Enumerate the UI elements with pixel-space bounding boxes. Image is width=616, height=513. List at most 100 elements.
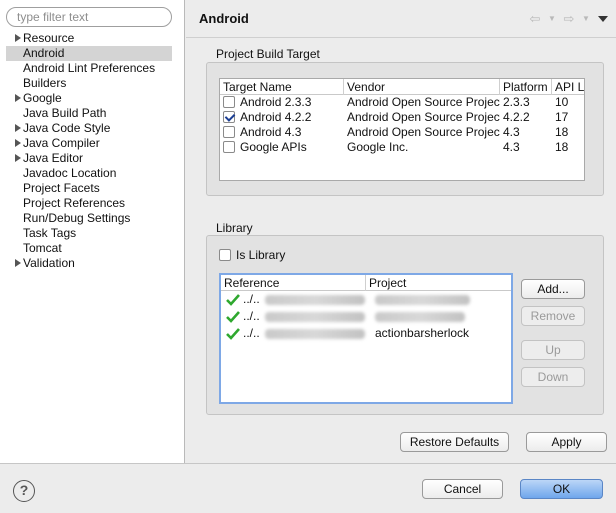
expand-triangle-icon[interactable]	[15, 94, 21, 102]
help-icon[interactable]: ?	[13, 480, 35, 502]
library-group: Is Library Reference Project ../.. ../..	[206, 235, 604, 415]
is-library-checkbox[interactable]	[219, 249, 231, 261]
view-menu-icon[interactable]	[598, 16, 608, 22]
is-library-option[interactable]: Is Library	[219, 248, 285, 262]
tree-item-android[interactable]: Android	[6, 46, 172, 61]
build-target-table: Target Name Vendor Platform API Le Andro…	[219, 78, 585, 181]
tree-item-resource[interactable]: Resource	[6, 31, 172, 46]
is-library-label: Is Library	[236, 248, 286, 262]
move-down-button[interactable]: Down	[521, 367, 585, 387]
tree-item-java-compiler[interactable]: Java Compiler	[6, 136, 172, 151]
cancel-button[interactable]: Cancel	[422, 479, 503, 499]
tree-item-project-facets[interactable]: Project Facets	[6, 181, 172, 196]
table-row[interactable]: Android 2.3.3 Android Open Source Projec…	[220, 95, 584, 110]
library-project-name: actionbarsherlock	[375, 326, 470, 340]
tree-item-label: Java Code Style	[23, 121, 111, 135]
target-checkbox[interactable]	[223, 96, 235, 108]
add-library-button[interactable]: Add...	[521, 279, 585, 299]
tree-item-label: Validation	[23, 256, 75, 270]
expand-triangle-icon[interactable]	[15, 139, 21, 147]
target-api-level: 18	[555, 125, 569, 139]
table-row[interactable]: Google APIs Google Inc. 4.3 18	[220, 140, 584, 155]
settings-tree: Resource Android Android Lint Preference…	[6, 31, 172, 271]
target-name: Google APIs	[240, 140, 307, 154]
tree-item-tomcat[interactable]: Tomcat	[6, 241, 172, 256]
redacted-project	[375, 294, 470, 305]
target-vendor: Android Open Source Project	[347, 125, 500, 139]
check-icon	[226, 293, 240, 306]
redacted-project	[375, 311, 465, 322]
tree-item-label: Tomcat	[23, 241, 62, 255]
target-checkbox[interactable]	[223, 126, 235, 138]
target-checkbox[interactable]	[223, 111, 235, 123]
tree-item-label: Javadoc Location	[23, 166, 117, 180]
column-header-api-level[interactable]: API Le	[552, 79, 584, 95]
chevron-down-icon[interactable]: ▼	[582, 12, 590, 26]
build-target-section-label: Project Build Target	[216, 47, 320, 61]
tree-item-label: Android Lint Preferences	[23, 61, 156, 75]
tree-item-task-tags[interactable]: Task Tags	[6, 226, 172, 241]
tree-item-run-debug-settings[interactable]: Run/Debug Settings	[6, 211, 172, 226]
column-header-project[interactable]: Project	[366, 275, 511, 291]
target-api-level: 17	[555, 110, 569, 124]
filter-input[interactable]	[6, 7, 172, 27]
target-platform: 2.3.3	[503, 95, 530, 109]
column-header-target-name[interactable]: Target Name	[220, 79, 344, 95]
tree-item-project-references[interactable]: Project References	[6, 196, 172, 211]
target-name: Android 4.3	[240, 125, 302, 139]
tree-item-label: Project References	[23, 196, 126, 210]
tree-item-google[interactable]: Google	[6, 91, 172, 106]
tree-item-validation[interactable]: Validation	[6, 256, 172, 271]
ok-button[interactable]: OK	[520, 479, 603, 499]
target-platform: 4.2.2	[503, 110, 530, 124]
tree-item-java-editor[interactable]: Java Editor	[6, 151, 172, 166]
target-api-level: 10	[555, 95, 569, 109]
column-header-reference[interactable]: Reference	[221, 275, 366, 291]
tree-item-android-lint-preferences[interactable]: Android Lint Preferences	[6, 61, 172, 76]
check-icon	[226, 310, 240, 323]
move-up-button[interactable]: Up	[521, 340, 585, 360]
tree-item-label: Builders	[23, 76, 67, 90]
table-header: Target Name Vendor Platform API Le	[220, 79, 584, 95]
table-row[interactable]: ../..	[221, 291, 511, 308]
apply-button[interactable]: Apply	[526, 432, 607, 452]
remove-library-button[interactable]: Remove	[521, 306, 585, 326]
target-vendor: Android Open Source Project	[347, 110, 500, 124]
expand-triangle-icon[interactable]	[15, 154, 21, 162]
arrow-right-icon[interactable]: ⇨	[560, 12, 578, 26]
target-platform: 4.3	[503, 125, 520, 139]
dialog-footer: ? Cancel OK	[0, 463, 616, 513]
redacted-reference	[265, 294, 365, 305]
table-row[interactable]: Android 4.3 Android Open Source Project …	[220, 125, 584, 140]
tree-item-java-code-style[interactable]: Java Code Style	[6, 121, 172, 136]
page-header: Android ⇦ ▼ ⇨ ▼	[186, 0, 616, 38]
tree-item-builders[interactable]: Builders	[6, 76, 172, 91]
tree-item-javadoc-location[interactable]: Javadoc Location	[6, 166, 172, 181]
column-header-platform[interactable]: Platform	[500, 79, 552, 95]
table-row[interactable]: ../..	[221, 308, 511, 325]
target-platform: 4.3	[503, 140, 520, 154]
target-api-level: 18	[555, 140, 569, 154]
build-target-group: Target Name Vendor Platform API Le Andro…	[206, 62, 604, 196]
check-icon	[226, 327, 240, 340]
chevron-down-icon[interactable]: ▼	[548, 12, 556, 26]
reference-path: ../..	[243, 326, 260, 340]
library-section-label: Library	[216, 221, 253, 235]
table-row[interactable]: ../.. actionbarsherlock	[221, 325, 511, 342]
target-checkbox[interactable]	[223, 141, 235, 153]
expand-triangle-icon[interactable]	[15, 124, 21, 132]
tree-item-java-build-path[interactable]: Java Build Path	[6, 106, 172, 121]
column-header-vendor[interactable]: Vendor	[344, 79, 500, 95]
tree-item-label: Resource	[23, 31, 75, 45]
tree-item-label: Google	[23, 91, 62, 105]
table-row[interactable]: Android 4.2.2 Android Open Source Projec…	[220, 110, 584, 125]
tree-item-label: Android	[23, 46, 65, 60]
tree-item-label: Task Tags	[23, 226, 77, 240]
settings-tree-panel: Resource Android Android Lint Preference…	[0, 0, 185, 463]
arrow-left-icon[interactable]: ⇦	[526, 12, 544, 26]
expand-triangle-icon[interactable]	[15, 34, 21, 42]
expand-triangle-icon[interactable]	[15, 259, 21, 267]
target-name: Android 2.3.3	[240, 95, 312, 109]
restore-defaults-button[interactable]: Restore Defaults	[400, 432, 509, 452]
redacted-reference	[265, 311, 365, 322]
